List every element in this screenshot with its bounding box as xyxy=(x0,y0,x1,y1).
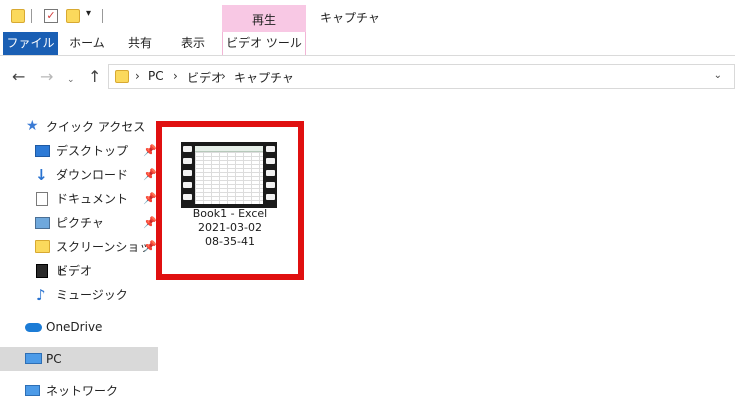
toolbar-divider xyxy=(31,9,32,23)
pin-icon: 📌 xyxy=(143,216,157,229)
download-icon: ↓ xyxy=(35,166,48,184)
sidebar-item-desktop[interactable]: デスクトップ 📌 xyxy=(0,139,158,163)
breadcrumb-chevron-icon[interactable]: › xyxy=(135,69,140,83)
sidebar-item-music[interactable]: ♪ ミュージック xyxy=(0,283,158,307)
customize-dropdown-icon[interactable]: ▾ xyxy=(86,8,91,19)
document-icon xyxy=(36,192,48,206)
navigation-pane: ★ クイック アクセス デスクトップ 📌 ↓ ダウンロード 📌 ドキュメント 📌… xyxy=(0,105,160,413)
toolbar-divider xyxy=(102,9,103,23)
folder-icon xyxy=(35,240,50,253)
sidebar-item-label: ビデオ xyxy=(56,264,93,278)
ribbon-tabs: ファイル ホーム 共有 表示 ビデオ ツール xyxy=(0,32,735,56)
tab-home[interactable]: ホーム xyxy=(62,32,112,55)
sidebar-item-label: PC xyxy=(46,352,62,366)
sidebar-item-pc[interactable]: PC xyxy=(0,347,158,371)
up-arrow-icon[interactable]: ↑ xyxy=(88,69,101,85)
breadcrumb-videos[interactable]: ビデオ xyxy=(187,69,223,86)
file-list: Book1 - Excel 2021-03-02 08-35-41 xyxy=(156,105,735,413)
breadcrumb-chevron-icon[interactable]: › xyxy=(173,69,178,83)
sidebar-item-label: ピクチャ xyxy=(56,216,104,230)
recent-locations-chevron-icon[interactable]: ⌄ xyxy=(67,72,75,88)
address-bar[interactable]: › PC › ビデオ › キャプチャ ⌄ xyxy=(108,64,735,89)
tab-view[interactable]: 表示 xyxy=(168,32,218,55)
sidebar-item-network[interactable]: ネットワーク xyxy=(0,379,158,403)
tab-file[interactable]: ファイル xyxy=(3,32,58,55)
forward-arrow-icon[interactable]: → xyxy=(40,69,53,85)
network-icon xyxy=(25,385,40,396)
sidebar-item-quick-access[interactable]: ★ クイック アクセス xyxy=(0,115,158,139)
file-name-line: 2021-03-02 xyxy=(198,221,262,234)
breadcrumb-chevron-icon[interactable]: › xyxy=(221,69,226,83)
desktop-icon xyxy=(35,145,50,157)
window-title: キャプチャ xyxy=(320,11,380,25)
file-explorer-window: ✓ ▾ 再生 キャプチャ ファイル ホーム 共有 表示 ビデオ ツール ← → … xyxy=(0,0,735,413)
file-item[interactable]: Book1 - Excel 2021-03-02 08-35-41 xyxy=(174,136,286,256)
computer-icon xyxy=(25,353,42,364)
video-icon xyxy=(36,264,48,278)
back-arrow-icon[interactable]: ← xyxy=(12,69,25,85)
sidebar-item-label: デスクトップ xyxy=(56,144,129,158)
address-dropdown-chevron-icon[interactable]: ⌄ xyxy=(714,70,722,81)
folder-icon[interactable] xyxy=(11,9,25,23)
sidebar-item-documents[interactable]: ドキュメント 📌 xyxy=(0,187,158,211)
breadcrumb-pc[interactable]: PC xyxy=(148,69,164,83)
sidebar-item-screenshots[interactable]: スクリーンショット 📌 xyxy=(0,235,158,278)
properties-check-icon[interactable]: ✓ xyxy=(44,9,58,23)
cloud-icon xyxy=(25,323,42,332)
breadcrumb-captures[interactable]: キャプチャ xyxy=(234,69,294,86)
sidebar-item-label: クイック アクセス xyxy=(46,120,146,134)
sidebar-item-label: ダウンロード xyxy=(56,168,129,182)
sidebar-item-downloads[interactable]: ↓ ダウンロード 📌 xyxy=(0,163,158,187)
sidebar-item-onedrive[interactable]: OneDrive xyxy=(0,315,158,339)
sidebar-item-label: ドキュメント xyxy=(56,192,129,206)
sidebar-item-label: OneDrive xyxy=(46,320,103,334)
spreadsheet-preview xyxy=(195,146,263,204)
film-sprocket-strip xyxy=(183,142,192,208)
sidebar-item-pictures[interactable]: ピクチャ 📌 xyxy=(0,211,158,235)
music-icon: ♪ xyxy=(36,286,46,304)
tab-share[interactable]: 共有 xyxy=(115,32,165,55)
folder-icon xyxy=(115,70,129,83)
context-group-label: 再生 xyxy=(251,13,276,27)
sidebar-item-label: ミュージック xyxy=(56,288,128,302)
new-folder-icon[interactable] xyxy=(66,9,80,23)
sidebar-item-label: ネットワーク xyxy=(46,384,119,398)
star-icon: ★ xyxy=(26,118,39,134)
title-bar: ✓ ▾ 再生 キャプチャ xyxy=(0,0,735,33)
video-thumbnail-icon xyxy=(181,142,277,208)
sidebar-item-videos[interactable]: ビデオ xyxy=(0,259,158,283)
file-name-line: 08-35-41 xyxy=(205,235,255,248)
tab-video-tools[interactable]: ビデオ ツール xyxy=(222,32,306,55)
file-name-line: Book1 - Excel xyxy=(192,207,268,220)
pin-icon: 📌 xyxy=(143,144,157,157)
pin-icon: 📌 xyxy=(143,240,157,253)
pin-icon: 📌 xyxy=(143,168,157,181)
film-sprocket-strip xyxy=(266,142,275,208)
navigation-bar: ← → ⌄ ↑ › PC › ビデオ › キャプチャ ⌄ xyxy=(0,57,735,97)
pictures-icon xyxy=(35,217,50,229)
pin-icon: 📌 xyxy=(143,192,157,205)
